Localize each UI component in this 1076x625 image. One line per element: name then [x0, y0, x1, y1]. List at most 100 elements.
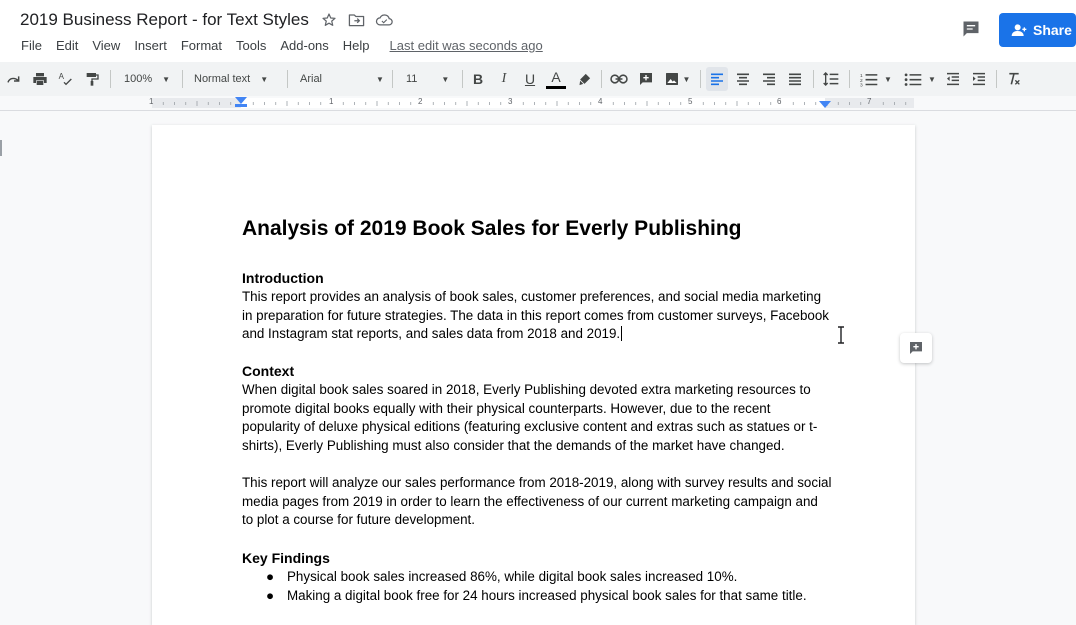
bulleted-list-button[interactable]: ▼ — [900, 62, 940, 96]
paragraph-context: When digital book sales soared in 2018, … — [242, 382, 818, 454]
ruler-number: 7 — [867, 97, 872, 106]
share-button[interactable]: Share — [999, 13, 1076, 47]
paint-format-icon — [86, 73, 99, 86]
bold-button[interactable]: B — [468, 62, 488, 96]
underline-button[interactable]: U — [520, 62, 540, 96]
ruler-ticks — [162, 101, 907, 106]
font-size-value: 11 — [406, 73, 418, 85]
menu-view[interactable]: View — [91, 38, 121, 53]
bulleted-list-icon — [904, 73, 922, 86]
font-select[interactable]: Arial ▼ — [294, 62, 386, 96]
chevron-down-icon: ▼ — [162, 74, 171, 84]
last-edit-link[interactable]: Last edit was seconds ago — [390, 38, 543, 53]
spellcheck-icon: A — [59, 72, 72, 86]
decrease-indent-icon — [947, 72, 959, 86]
increase-indent-button[interactable] — [969, 62, 989, 96]
key-findings-list: ● Physical book sales increased 86%, whil… — [242, 568, 807, 605]
list-item: ● Making a digital book free for 24 hours… — [242, 587, 807, 606]
svg-text:1: 1 — [860, 73, 863, 79]
chevron-down-icon: ▼ — [376, 74, 384, 84]
chevron-down-icon: ▼ — [884, 74, 892, 84]
horizontal-ruler[interactable]: 1 1 2 3 4 5 6 7 — [0, 96, 1076, 111]
line-spacing-button[interactable] — [820, 62, 842, 96]
share-label: Share — [1033, 22, 1072, 38]
person-add-icon — [1011, 24, 1027, 36]
paragraph-text: This report provides an analysis of book… — [242, 289, 829, 342]
align-center-icon — [737, 73, 749, 86]
menu-edit[interactable]: Edit — [55, 38, 79, 53]
print-button[interactable] — [30, 62, 50, 96]
svg-text:A: A — [59, 72, 65, 81]
clear-formatting-icon — [1009, 72, 1020, 85]
cloud-status-icon[interactable] — [375, 11, 393, 29]
line-spacing-icon — [823, 72, 839, 86]
ruler-number: 4 — [598, 97, 603, 106]
comment-history-button[interactable] — [956, 16, 986, 42]
ruler-number: 6 — [777, 97, 782, 106]
insert-comment-button[interactable] — [636, 62, 656, 96]
chevron-down-icon: ▼ — [441, 74, 450, 84]
numbered-list-icon: 123 — [860, 73, 878, 87]
text-cursor — [621, 326, 623, 342]
increase-indent-icon — [973, 72, 985, 86]
ruler-number: 5 — [688, 97, 693, 106]
list-item-text: Making a digital book free for 24 hours … — [287, 587, 807, 603]
star-icon[interactable] — [320, 11, 338, 29]
menu-bar: File Edit View Insert Format Tools Add-o… — [20, 38, 543, 53]
move-folder-icon[interactable] — [347, 11, 365, 29]
menu-tools[interactable]: Tools — [235, 38, 267, 53]
insert-image-button[interactable]: ▼ — [662, 62, 692, 96]
style-select[interactable]: Normal text ▼ — [188, 62, 280, 96]
zoom-select[interactable]: 100% ▼ — [118, 62, 176, 96]
text-color-swatch — [546, 85, 566, 89]
toolbar-divider — [996, 70, 997, 88]
ruler-number: 2 — [418, 97, 423, 106]
menu-format[interactable]: Format — [180, 38, 223, 53]
left-indent-marker-icon[interactable] — [234, 96, 248, 108]
highlighter-icon — [579, 73, 590, 85]
paint-format-button[interactable] — [82, 62, 102, 96]
align-right-button[interactable] — [759, 62, 779, 96]
text-color-label: A — [551, 68, 561, 85]
svg-text:2: 2 — [860, 78, 863, 84]
highlight-button[interactable] — [574, 62, 594, 96]
toolbar-divider — [462, 70, 463, 88]
justify-button[interactable] — [785, 62, 805, 96]
toolbar-divider — [392, 70, 393, 88]
menu-addons[interactable]: Add-ons — [279, 38, 329, 53]
insert-link-button[interactable] — [608, 62, 630, 96]
outline-toggle[interactable] — [0, 140, 2, 156]
toolbar-divider — [601, 70, 602, 88]
toolbar-divider — [849, 70, 850, 88]
clear-formatting-button[interactable] — [1004, 62, 1024, 96]
document-page[interactable]: Analysis of 2019 Book Sales for Everly P… — [152, 125, 915, 625]
document-title[interactable]: 2019 Business Report - for Text Styles — [20, 10, 309, 30]
font-size-select[interactable]: 11 ▼ — [400, 62, 456, 96]
numbered-list-button[interactable]: 123 ▼ — [856, 62, 896, 96]
add-comment-icon — [640, 73, 652, 85]
menu-insert[interactable]: Insert — [133, 38, 168, 53]
add-comment-button[interactable] — [900, 333, 932, 363]
redo-button[interactable] — [4, 62, 24, 96]
style-value: Normal text — [194, 73, 251, 85]
toolbar-divider — [813, 70, 814, 88]
ruler-number: 3 — [508, 97, 513, 106]
italic-button[interactable]: I — [494, 62, 514, 96]
spellcheck-button[interactable]: A — [56, 62, 76, 96]
font-value: Arial — [300, 73, 323, 85]
ruler-number: 1 — [329, 97, 334, 106]
decrease-indent-button[interactable] — [943, 62, 963, 96]
chevron-down-icon: ▼ — [682, 74, 691, 84]
chevron-down-icon: ▼ — [260, 74, 269, 84]
menu-help[interactable]: Help — [342, 38, 371, 53]
link-icon — [610, 74, 628, 84]
mouse-ibeam-cursor-icon — [838, 326, 844, 344]
right-indent-marker-icon[interactable] — [818, 100, 832, 109]
menu-file[interactable]: File — [20, 38, 43, 53]
redo-icon — [7, 76, 20, 83]
align-left-button[interactable] — [706, 67, 728, 91]
paragraph-report-scope: This report will analyze our sales perfo… — [242, 475, 832, 528]
text-color-button[interactable]: A — [545, 62, 567, 96]
chevron-down-icon: ▼ — [928, 74, 936, 84]
align-center-button[interactable] — [733, 62, 753, 96]
